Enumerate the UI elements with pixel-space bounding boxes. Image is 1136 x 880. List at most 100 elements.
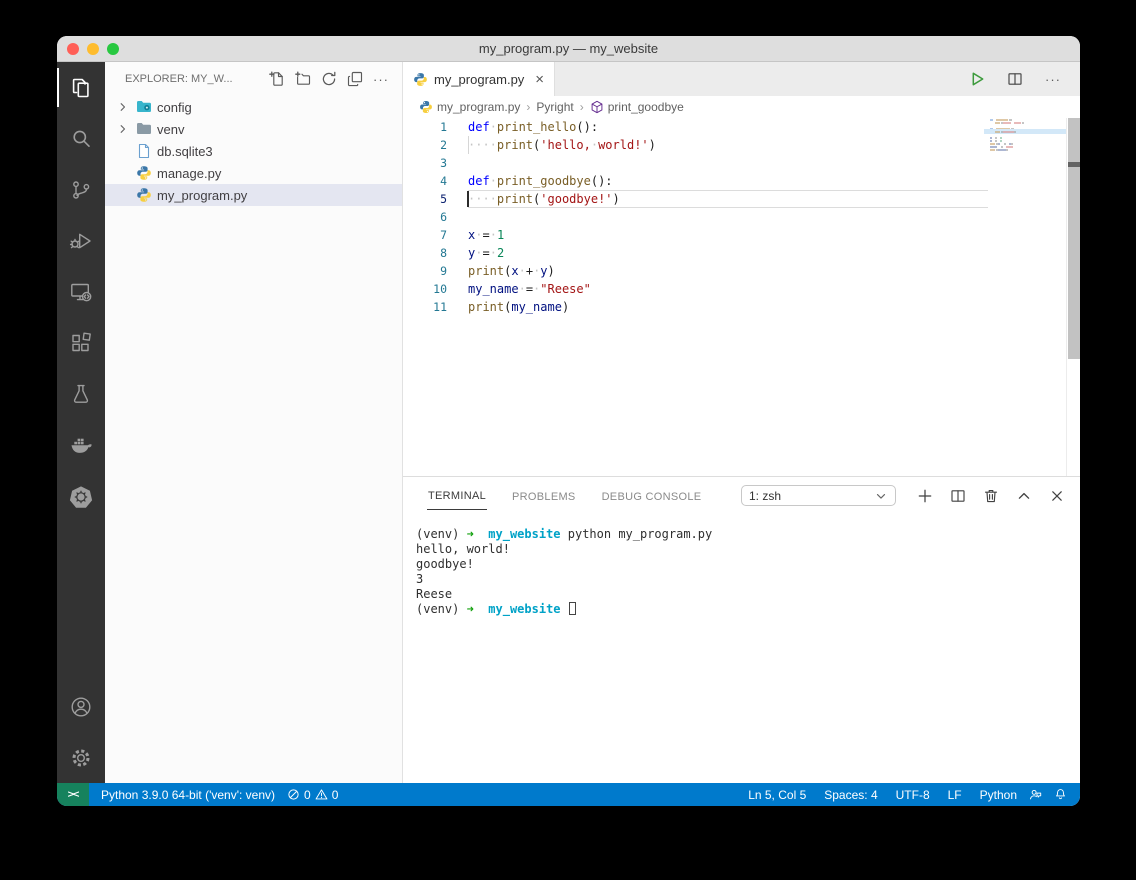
- tree-item-venv[interactable]: venv: [105, 118, 402, 140]
- terminal-output[interactable]: (venv) ➜ my_website python my_program.py…: [403, 514, 1080, 783]
- extensions-icon: [69, 331, 93, 355]
- more-actions-button[interactable]: ···: [1042, 68, 1064, 90]
- line-number[interactable]: 4: [403, 172, 447, 190]
- status-language-mode[interactable]: Python: [980, 788, 1017, 802]
- activity-item-remote-explorer[interactable]: [57, 266, 105, 317]
- status-notifications[interactable]: [1054, 788, 1067, 801]
- tab-close-button[interactable]: ×: [535, 72, 544, 87]
- editor-scrollbar[interactable]: [1066, 118, 1080, 476]
- code-line-4[interactable]: 4def·print_goodbye():: [403, 172, 988, 190]
- tab-my-program[interactable]: my_program.py ×: [403, 62, 555, 96]
- panel-tab-problems[interactable]: PROBLEMS: [511, 482, 577, 510]
- activity-item-accounts[interactable]: [57, 681, 105, 732]
- minimap[interactable]: [988, 118, 1066, 476]
- scrollbar-thumb[interactable]: [1068, 118, 1080, 359]
- code-line-5[interactable]: 5····print('goodbye!'): [403, 190, 988, 208]
- activity-item-source-control[interactable]: [57, 164, 105, 215]
- status-cursor-position[interactable]: Ln 5, Col 5: [748, 788, 806, 802]
- status-problems[interactable]: 00: [287, 788, 338, 802]
- activity-item-explorer[interactable]: [57, 62, 105, 113]
- new-file-button[interactable]: [266, 68, 288, 90]
- more-actions-button[interactable]: ···: [370, 68, 392, 90]
- minimap-token: [990, 149, 995, 151]
- new-folder-button[interactable]: [292, 68, 314, 90]
- minimap-token: [1009, 119, 1012, 121]
- code-token: ): [613, 192, 620, 206]
- line-number[interactable]: 11: [403, 298, 447, 316]
- minimap-line: [988, 137, 1066, 139]
- code-line-11[interactable]: 11print(my_name): [403, 298, 988, 316]
- activity-item-docker[interactable]: [57, 419, 105, 470]
- remote-indicator[interactable]: ><: [57, 783, 89, 806]
- kill-terminal-button[interactable]: [982, 487, 1000, 505]
- tree-item-manage.py[interactable]: manage.py: [105, 162, 402, 184]
- tree-item-config[interactable]: config: [105, 96, 402, 118]
- panel-tab-terminal[interactable]: TERMINAL: [427, 481, 487, 510]
- code-token: 'goodbye!': [540, 192, 612, 206]
- minimap-token: [1014, 122, 1021, 124]
- maximize-panel-button[interactable]: [1015, 487, 1033, 505]
- panel-tab-debug-console[interactable]: DEBUG CONSOLE: [601, 482, 703, 510]
- status-indentation[interactable]: Spaces: 4: [824, 788, 877, 802]
- line-number[interactable]: 1: [403, 118, 447, 136]
- editor-group: my_program.py × ··· my_program.py›Pyrigh…: [403, 62, 1080, 783]
- code-line-1[interactable]: 1def·print_hello():: [403, 118, 988, 136]
- code-line-9[interactable]: 9print(x·+·y): [403, 262, 988, 280]
- terminal-text: goodbye!: [416, 557, 474, 571]
- status-eol[interactable]: LF: [948, 788, 962, 802]
- line-number[interactable]: 9: [403, 262, 447, 280]
- code-token: my_name: [511, 300, 562, 314]
- split-editor-button[interactable]: [1004, 68, 1026, 90]
- line-number[interactable]: 2: [403, 136, 447, 154]
- line-number[interactable]: 5: [403, 190, 447, 208]
- minimap-line: [988, 143, 1066, 145]
- run-python-file-button[interactable]: [966, 68, 988, 90]
- minimap-token: [1001, 146, 1003, 148]
- code-line-3[interactable]: 3: [403, 154, 988, 172]
- line-number[interactable]: 6: [403, 208, 447, 226]
- activity-item-extensions[interactable]: [57, 317, 105, 368]
- line-number[interactable]: 8: [403, 244, 447, 262]
- breadcrumb-item-print_goodbye[interactable]: print_goodbye: [590, 100, 684, 114]
- close-panel-button[interactable]: [1048, 487, 1066, 505]
- tree-item-my_program.py[interactable]: my_program.py: [105, 184, 402, 206]
- error-count: 0: [304, 788, 311, 802]
- close-window-button[interactable]: [67, 43, 79, 55]
- code-line-10[interactable]: 10my_name·=·"Reese": [403, 280, 988, 298]
- tree-item-db.sqlite3[interactable]: db.sqlite3: [105, 140, 402, 162]
- activity-item-kubernetes[interactable]: [57, 470, 105, 521]
- code-line-6[interactable]: 6: [403, 208, 988, 226]
- breadcrumb-item-Pyright[interactable]: Pyright: [536, 100, 573, 114]
- status-encoding[interactable]: UTF-8: [896, 788, 930, 802]
- code-line-2[interactable]: 2····print('hello,·world!'): [403, 136, 988, 154]
- activity-item-settings[interactable]: [57, 732, 105, 783]
- line-number[interactable]: 7: [403, 226, 447, 244]
- twistie-placeholder: [115, 165, 131, 181]
- status-bar: >< Python 3.9.0 64-bit ('venv': venv)00 …: [57, 783, 1080, 806]
- code-token: =: [482, 228, 489, 242]
- terminal-text: hello, world!: [416, 542, 510, 556]
- refresh-button[interactable]: [318, 68, 340, 90]
- code-editor[interactable]: 1def·print_hello():2····print('hello,·wo…: [403, 118, 1080, 476]
- code-line-7[interactable]: 7x·=·1: [403, 226, 988, 244]
- titlebar[interactable]: my_program.py — my_website: [57, 36, 1080, 62]
- breadcrumb-label: print_goodbye: [608, 100, 684, 114]
- split-terminal-button[interactable]: [949, 487, 967, 505]
- zoom-window-button[interactable]: [107, 43, 119, 55]
- new-terminal-button[interactable]: [916, 487, 934, 505]
- code-line-8[interactable]: 8y·=·2: [403, 244, 988, 262]
- breadcrumb-label: Pyright: [536, 100, 573, 114]
- status-feedback[interactable]: [1029, 788, 1042, 801]
- status-python-interpreter[interactable]: Python 3.9.0 64-bit ('venv': venv): [101, 788, 275, 802]
- terminal-shell-select[interactable]: 1: zsh: [741, 485, 896, 506]
- collapse-folders-button[interactable]: [344, 68, 366, 90]
- activity-item-testing[interactable]: [57, 368, 105, 419]
- activity-item-run-and-debug[interactable]: [57, 215, 105, 266]
- minimap-line: [988, 149, 1066, 151]
- breadcrumb-item-my_program.py[interactable]: my_program.py: [419, 100, 520, 114]
- line-number[interactable]: 10: [403, 280, 447, 298]
- line-number[interactable]: 3: [403, 154, 447, 172]
- activity-item-search[interactable]: [57, 113, 105, 164]
- terminal-text: my_website: [488, 602, 560, 616]
- minimize-window-button[interactable]: [87, 43, 99, 55]
